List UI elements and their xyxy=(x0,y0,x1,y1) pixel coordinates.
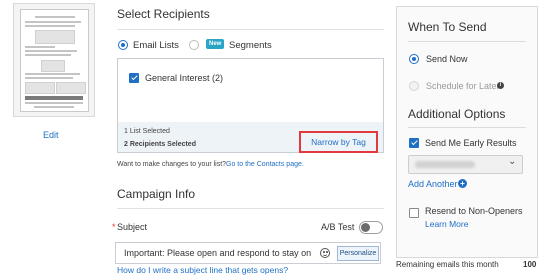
general-interest-checkbox[interactable] xyxy=(129,73,139,83)
campaign-info-heading: Campaign Info xyxy=(117,187,196,201)
segments-radio[interactable] xyxy=(189,40,199,50)
schedule-later-radio[interactable] xyxy=(409,81,419,91)
subject-input-value: Important: Please open and respond to st… xyxy=(124,248,312,258)
email-preview-thumbnail[interactable] xyxy=(13,3,95,117)
resend-non-openers-checkbox[interactable] xyxy=(409,208,419,218)
add-another-link[interactable]: Add Another xyxy=(408,179,458,189)
general-interest-label[interactable]: General Interest (2) xyxy=(145,73,223,83)
edit-email-link[interactable]: Edit xyxy=(43,130,59,140)
early-results-checkbox[interactable] xyxy=(409,138,419,148)
send-now-radio[interactable] xyxy=(409,54,419,64)
personalize-button[interactable]: Personalize xyxy=(337,246,379,261)
chevron-down-icon[interactable]: ⌄ xyxy=(508,156,516,167)
email-lists-label[interactable]: Email Lists xyxy=(133,40,179,51)
redacted-email-value xyxy=(415,161,475,168)
lists-selected-count: 1 List Selected xyxy=(124,128,170,135)
smiley-icon[interactable] xyxy=(320,248,330,258)
recipients-selected-count: 2 Recipients Selected xyxy=(124,141,196,148)
contacts-page-link[interactable]: Go to the Contacts page. xyxy=(226,161,304,168)
ab-test-label: A/B Test xyxy=(321,222,355,232)
section-divider xyxy=(117,208,384,209)
resend-non-openers-label[interactable]: Resend to Non-Openers xyxy=(425,206,523,216)
remaining-emails-count: 100 xyxy=(523,260,537,269)
select-recipients-heading: Select Recipients xyxy=(117,7,210,21)
early-results-label[interactable]: Send Me Early Results xyxy=(425,138,517,148)
learn-more-link[interactable]: Learn More xyxy=(425,219,468,229)
schedule-later-label[interactable]: Schedule for Later xyxy=(426,81,500,91)
email-preview-image xyxy=(20,9,89,112)
info-icon[interactable]: i xyxy=(497,82,504,89)
plus-circle-icon[interactable]: + xyxy=(458,179,467,188)
section-divider xyxy=(408,41,526,42)
new-badge: New xyxy=(206,39,225,49)
narrow-by-tag-label: Narrow by Tag xyxy=(311,137,366,147)
email-lists-radio[interactable] xyxy=(118,40,128,50)
personalize-label: Personalize xyxy=(339,250,377,257)
additional-options-heading: Additional Options xyxy=(408,107,506,121)
change-list-prompt: Want to make changes to your list? xyxy=(117,161,227,168)
send-now-label[interactable]: Send Now xyxy=(426,54,468,64)
when-to-send-heading: When To Send xyxy=(408,20,487,34)
segments-label[interactable]: Segments xyxy=(229,40,272,51)
subject-line-help-link[interactable]: How do I write a subject line that gets … xyxy=(117,265,288,275)
narrow-by-tag-button[interactable]: Narrow by Tag xyxy=(299,131,378,153)
required-indicator: * xyxy=(112,222,116,232)
remaining-emails-label: Remaining emails this month xyxy=(396,260,499,269)
ab-test-toggle[interactable] xyxy=(359,221,383,234)
section-divider xyxy=(117,29,384,30)
subject-label: Subject xyxy=(117,222,148,232)
section-divider xyxy=(408,127,526,128)
